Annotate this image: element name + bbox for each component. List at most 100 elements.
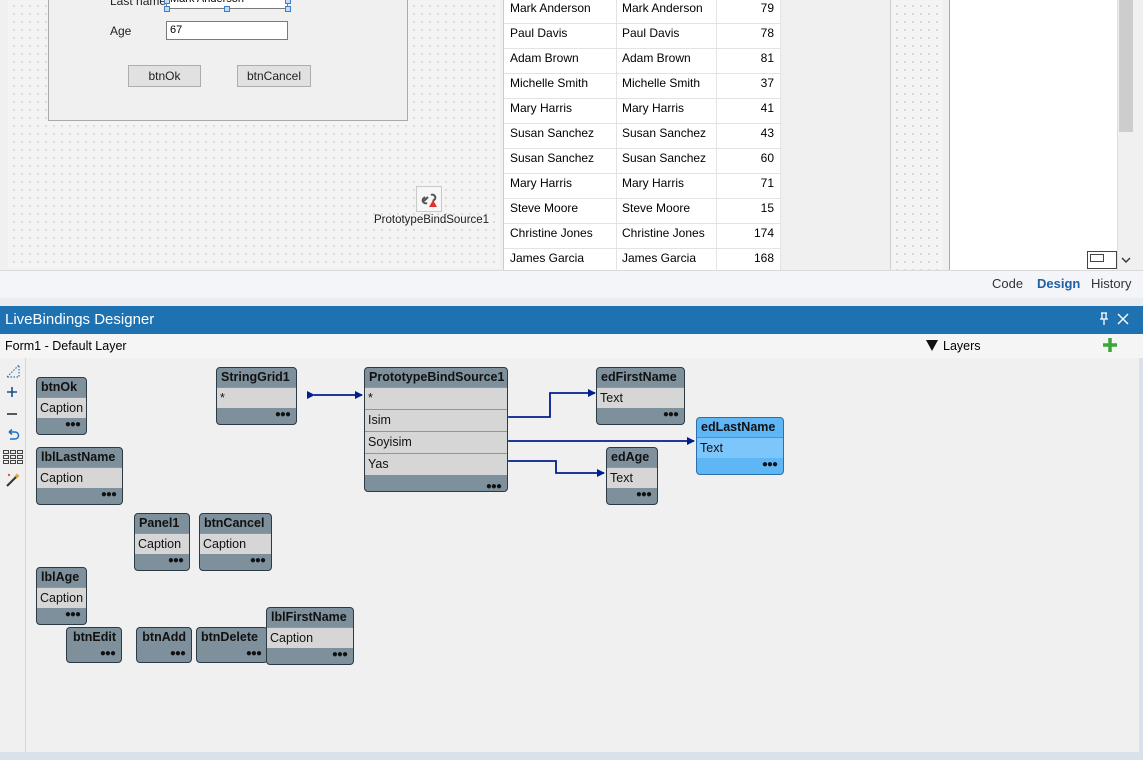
bind-source-icon[interactable] (416, 186, 442, 212)
node-edlastname[interactable]: edLastName Text ●●● (696, 417, 784, 475)
grid-cell-name[interactable]: Mary Harris (510, 174, 572, 192)
node-member-soyisim[interactable]: Soyisim (365, 431, 507, 453)
grid-row[interactable]: Christine Jones Christine Jones 174 (504, 224, 782, 249)
grid-cell-name[interactable]: Susan Sanchez (510, 124, 594, 142)
more-icon[interactable]: ●●● (65, 419, 81, 431)
node-panel1[interactable]: Panel1 Caption ●●● (134, 513, 190, 571)
node-member-text[interactable]: Text (597, 387, 684, 408)
grid-cell-age[interactable]: 60 (761, 149, 774, 167)
grid-row[interactable]: Paul Davis Paul Davis 78 (504, 24, 782, 49)
node-member-caption[interactable]: Caption (37, 467, 122, 488)
more-icon[interactable]: ●●● (250, 555, 266, 567)
grid-row[interactable]: Michelle Smith Michelle Smith 37 (504, 74, 782, 99)
node-lblfirstname[interactable]: lblFirstName Caption ●●● (266, 607, 354, 665)
more-icon[interactable]: ●●● (762, 459, 778, 471)
grid-row[interactable]: James Garcia James Garcia 168 (504, 249, 782, 270)
scrollbar-thumb[interactable] (1119, 0, 1133, 132)
node-btnok[interactable]: btnOk Caption ●●● (36, 377, 87, 435)
grid-cell-name[interactable]: Michelle Smith (510, 74, 588, 92)
node-btndelete[interactable]: btnDelete ●●● (196, 627, 268, 663)
more-icon[interactable]: ●●● (246, 648, 262, 660)
grid-cell-age[interactable]: 168 (754, 249, 774, 267)
more-icon[interactable]: ●●● (100, 648, 116, 660)
cancel-button[interactable]: btnCancel (237, 65, 311, 87)
more-icon[interactable]: ●●● (170, 648, 186, 660)
grid-cell-age[interactable]: 43 (761, 124, 774, 142)
node-edage[interactable]: edAge Text ●●● (606, 447, 658, 505)
layers-button[interactable]: Layers (943, 339, 981, 353)
resize-handle[interactable] (285, 6, 291, 12)
grid-cell-name[interactable]: Susan Sanchez (622, 149, 706, 167)
grid-cell-age[interactable]: 79 (761, 0, 774, 17)
node-member-star[interactable]: * (365, 387, 507, 409)
magic-wand-icon[interactable] (5, 472, 21, 491)
grid-cell-name[interactable]: Mark Anderson (510, 0, 591, 17)
node-btncancel[interactable]: btnCancel Caption ●●● (199, 513, 272, 571)
node-member-text[interactable]: Text (607, 467, 657, 488)
node-member-isim[interactable]: Isim (365, 409, 507, 431)
resize-handle[interactable] (164, 0, 170, 4)
node-member-yas[interactable]: Yas (365, 453, 507, 475)
resize-handle[interactable] (224, 6, 230, 12)
grid-cell-name[interactable]: James Garcia (622, 249, 696, 267)
filter-icon[interactable] (926, 340, 938, 354)
form-preview-icon[interactable] (1087, 251, 1117, 269)
node-member-caption[interactable]: Caption (37, 587, 86, 608)
node-member-caption[interactable]: Caption (37, 397, 86, 418)
grid-row[interactable]: Mary Harris Mary Harris 41 (504, 99, 782, 124)
tab-history[interactable]: History (1091, 276, 1131, 291)
grid-row[interactable]: Mary Harris Mary Harris 71 (504, 174, 782, 199)
grid-cell-name[interactable]: Mary Harris (510, 99, 572, 117)
more-icon[interactable]: ●●● (65, 609, 81, 621)
grid-cell-age[interactable]: 81 (761, 49, 774, 67)
grid-cell-name[interactable]: Susan Sanchez (622, 124, 706, 142)
close-icon[interactable] (1117, 313, 1129, 328)
string-grid[interactable]: Mark Anderson Mark Anderson 79 Paul Davis Pa… (503, 0, 782, 270)
grid-cell-age[interactable]: 174 (754, 224, 774, 242)
ok-button[interactable]: btnOk (128, 65, 201, 87)
undo-icon[interactable] (6, 428, 20, 444)
grid-cell-name[interactable]: Steve Moore (622, 199, 690, 217)
node-stringgrid1[interactable]: StringGrid1 * ●●● (216, 367, 297, 425)
grid-cell-name[interactable]: Mary Harris (622, 174, 684, 192)
grid-cell-name[interactable]: Christine Jones (622, 224, 705, 242)
grid-cell-age[interactable]: 15 (761, 199, 774, 217)
grid-cell-name[interactable]: Paul Davis (622, 24, 679, 42)
more-icon[interactable]: ●●● (168, 555, 184, 567)
splitter[interactable] (0, 298, 1143, 306)
grid-cell-name[interactable]: Susan Sanchez (510, 149, 594, 167)
age-field[interactable]: 67 (166, 21, 288, 40)
grid-cell-name[interactable]: Mark Anderson (622, 0, 703, 17)
more-icon[interactable]: ●●● (486, 481, 502, 491)
resize-handle[interactable] (164, 6, 170, 12)
grid-cell-name[interactable]: Steve Moore (510, 199, 578, 217)
grid-cell-name[interactable]: Adam Brown (510, 49, 579, 67)
more-icon[interactable]: ●●● (101, 489, 117, 501)
more-icon[interactable]: ●●● (663, 409, 679, 421)
node-member-star[interactable]: * (217, 387, 296, 408)
node-prototypebindsource1[interactable]: PrototypeBindSource1 * Isim Soyisim Yas … (364, 367, 508, 492)
more-icon[interactable]: ●●● (332, 649, 348, 661)
form-panel1[interactable] (48, 0, 408, 121)
chevron-down-icon[interactable] (1121, 254, 1131, 264)
grid-cell-name[interactable]: Christine Jones (510, 224, 593, 242)
grid-cell-name[interactable]: Paul Davis (510, 24, 567, 42)
grid-cell-age[interactable]: 71 (761, 174, 774, 192)
add-icon[interactable] (1102, 337, 1118, 356)
grid-cell-name[interactable]: Adam Brown (622, 49, 691, 67)
resize-handle[interactable] (285, 0, 291, 4)
more-icon[interactable]: ●●● (275, 409, 291, 421)
node-member-text[interactable]: Text (697, 437, 783, 458)
node-lblage[interactable]: lblAge Caption ●●● (36, 567, 87, 625)
grid-row[interactable]: Adam Brown Adam Brown 81 (504, 49, 782, 74)
grid-cell-name[interactable]: Mary Harris (622, 99, 684, 117)
zoom-slider-icon[interactable] (5, 363, 20, 381)
grid-cell-age[interactable]: 78 (761, 24, 774, 42)
grid-row[interactable]: Mark Anderson Mark Anderson 79 (504, 0, 782, 24)
node-btnedit[interactable]: btnEdit ●●● (66, 627, 122, 663)
grid-cell-age[interactable]: 41 (761, 99, 774, 117)
node-member-caption[interactable]: Caption (135, 533, 189, 554)
node-btnadd[interactable]: btnAdd ●●● (136, 627, 192, 663)
tab-design[interactable]: Design (1037, 276, 1080, 291)
grid-cell-name[interactable]: James Garcia (510, 249, 584, 267)
